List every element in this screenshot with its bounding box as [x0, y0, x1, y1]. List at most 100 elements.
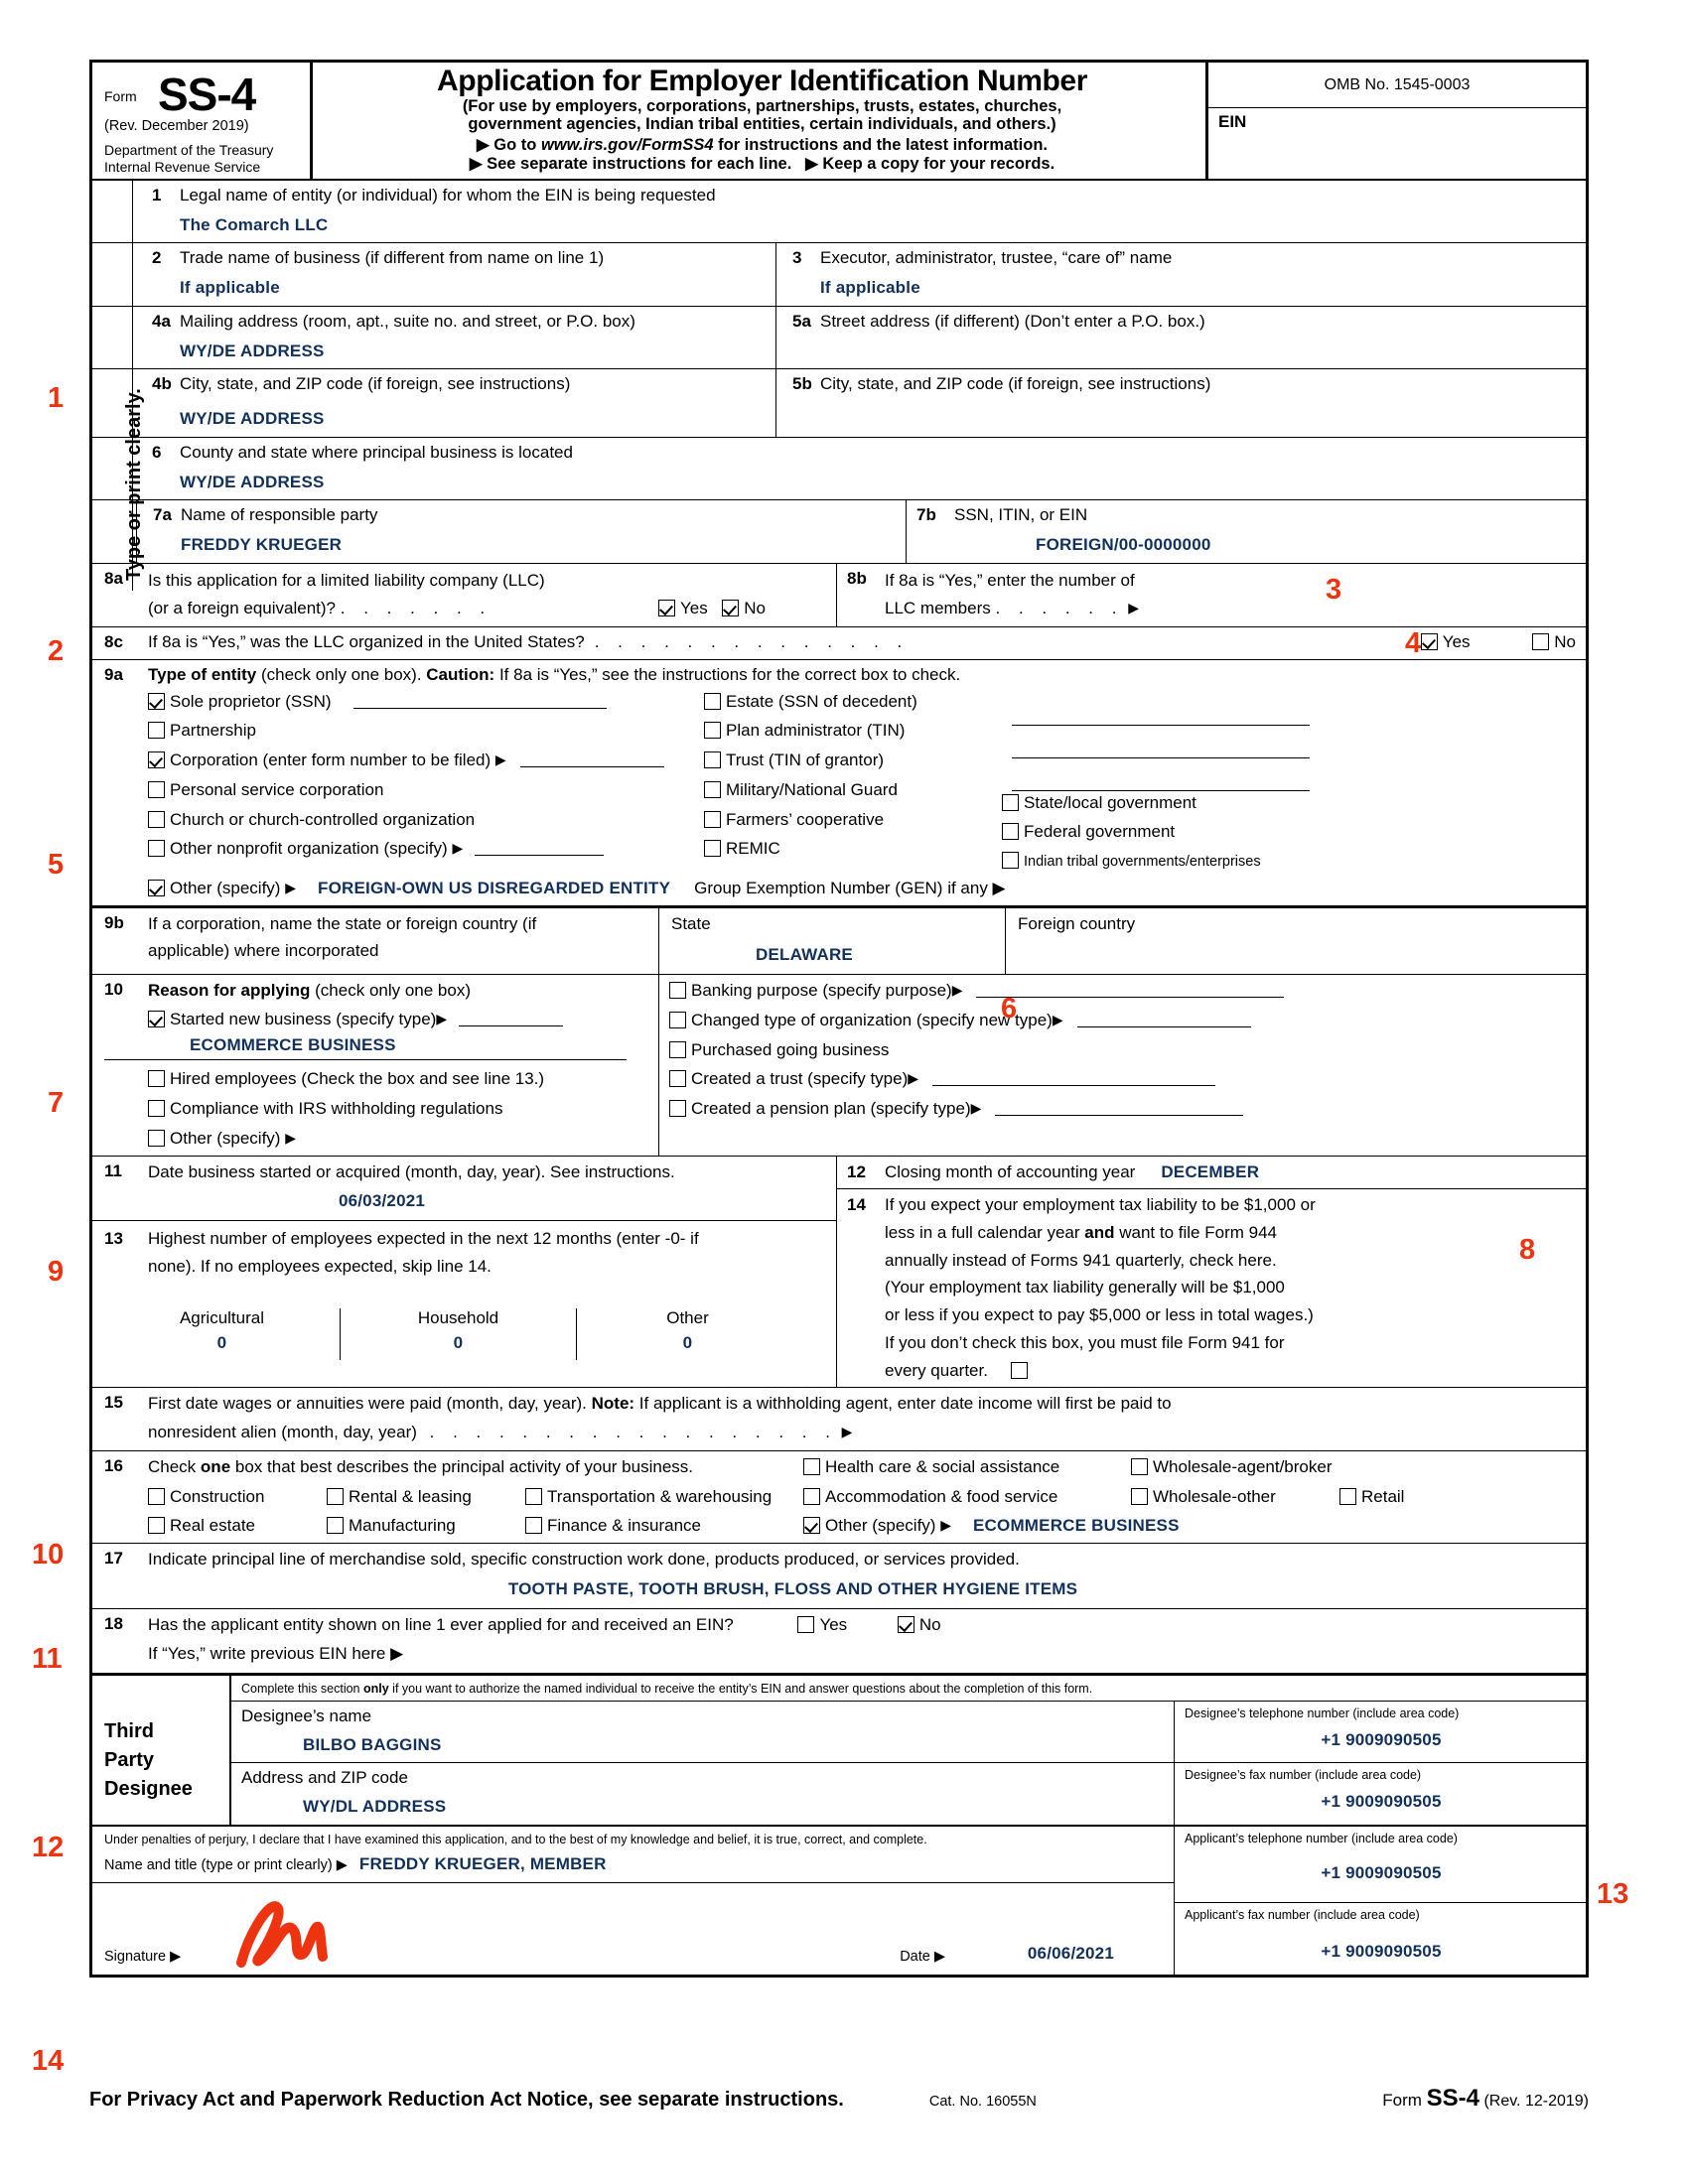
line-8a-no-option[interactable]: No	[722, 599, 766, 618]
checkbox-military-national-guard[interactable]	[704, 780, 721, 798]
employee-col-value[interactable]: 0	[341, 1333, 576, 1360]
checkbox-changed-type-of-organization[interactable]	[669, 1011, 686, 1028]
option-retail[interactable]: Retail	[1339, 1487, 1404, 1508]
option-partnership[interactable]: Partnership	[148, 721, 704, 742]
line-4b-value[interactable]: WY/DE ADDRESS	[180, 409, 768, 430]
option-construction[interactable]: Construction	[148, 1487, 327, 1508]
option-irs-withholding-compliance[interactable]: Compliance with IRS withholding regulati…	[104, 1099, 650, 1120]
write-in-rule[interactable]	[519, 751, 664, 768]
checkbox-indian-tribal-governments[interactable]	[1002, 852, 1019, 870]
line-9a-other-value[interactable]: FOREIGN-OWN US DISREGARDED ENTITY	[318, 879, 670, 899]
applicant-phone-value[interactable]: +1 9009090505	[1185, 1863, 1578, 1884]
checkbox-farmers-cooperative[interactable]	[704, 810, 721, 828]
option-military-national-guard[interactable]: Military/National Guard	[704, 780, 1002, 801]
option-estate[interactable]: Estate (SSN of decedent)	[704, 692, 1002, 713]
checkbox-transportation-warehousing[interactable]	[525, 1487, 542, 1505]
option-trust[interactable]: Trust (TIN of grantor)	[704, 751, 1002, 771]
checkbox-remic[interactable]	[704, 840, 721, 858]
line-11-value[interactable]: 06/03/2021	[104, 1191, 828, 1212]
line-7a-value[interactable]: FREDDY KRUEGER	[181, 535, 898, 556]
checkbox-created-a-pension-plan[interactable]	[669, 1100, 686, 1118]
state-value[interactable]: DELAWARE	[671, 945, 997, 966]
checkbox-finance-insurance[interactable]	[525, 1517, 542, 1535]
checkbox-8c-no[interactable]	[1532, 633, 1550, 651]
write-in-rule[interactable]	[1076, 1012, 1251, 1027]
write-in-rule[interactable]	[352, 693, 607, 709]
option-indian-tribal-governments[interactable]: Indian tribal governments/enterprises	[1002, 852, 1576, 872]
line-4a-value[interactable]: WY/DE ADDRESS	[180, 341, 768, 362]
option-church-organization[interactable]: Church or church-controlled organization	[148, 810, 704, 831]
checkbox-real-estate[interactable]	[148, 1517, 165, 1535]
date-value[interactable]: 06/06/2021	[1028, 1944, 1114, 1965]
option-sole-proprietor[interactable]: Sole proprietor (SSN)	[148, 692, 704, 713]
option-created-a-pension-plan[interactable]: Created a pension plan (specify type)▶	[669, 1099, 1578, 1120]
line-8a-yes-option[interactable]: Yes	[658, 599, 708, 618]
option-hired-employees[interactable]: Hired employees (Check the box and see l…	[104, 1069, 650, 1090]
checkbox-8c-yes[interactable]	[1420, 633, 1438, 651]
option-personal-service-corporation[interactable]: Personal service corporation	[148, 780, 704, 801]
option-created-a-trust[interactable]: Created a trust (specify type)▶	[669, 1069, 1578, 1090]
checkbox-other-entity[interactable]	[148, 879, 165, 896]
write-in-rule[interactable]	[976, 982, 1285, 999]
checkbox-form-944[interactable]	[1010, 1361, 1028, 1379]
line-2-value[interactable]: If applicable	[180, 278, 768, 299]
checkbox-health-care[interactable]	[803, 1457, 820, 1475]
checkbox-manufacturing[interactable]	[327, 1517, 344, 1535]
line-18-yes-option[interactable]: Yes	[797, 1615, 847, 1636]
option-accommodation-food[interactable]: Accommodation & food service	[803, 1487, 1131, 1508]
checkbox-hired-employees[interactable]	[148, 1070, 165, 1088]
option-wholesale-other[interactable]: Wholesale-other	[1131, 1487, 1339, 1508]
employee-col-value[interactable]: 0	[577, 1333, 798, 1360]
checkbox-construction[interactable]	[148, 1487, 165, 1505]
option-other-nonprofit[interactable]: Other nonprofit organization (specify) ▶	[148, 839, 704, 860]
option-plan-administrator[interactable]: Plan administrator (TIN)	[704, 721, 1002, 742]
designee-address-value[interactable]: WY/DL ADDRESS	[241, 1797, 1166, 1818]
option-health-care[interactable]: Health care & social assistance	[803, 1457, 1131, 1478]
line-16-other-value[interactable]: ECOMMERCE BUSINESS	[973, 1516, 1180, 1537]
line-17-value[interactable]: TOOTH PASTE, TOOTH BRUSH, FLOSS AND OTHE…	[104, 1579, 1576, 1600]
checkbox-created-a-trust[interactable]	[669, 1070, 686, 1088]
line-12-value[interactable]: DECEMBER	[1161, 1162, 1259, 1183]
option-finance-insurance[interactable]: Finance & insurance	[525, 1516, 803, 1537]
checkbox-estate[interactable]	[704, 692, 721, 710]
option-rental-leasing[interactable]: Rental & leasing	[327, 1487, 525, 1508]
checkbox-18-no[interactable]	[897, 1615, 914, 1633]
option-activity-other[interactable]: Other (specify) ▶	[803, 1516, 951, 1537]
checkbox-other-nonprofit[interactable]	[148, 840, 165, 858]
option-manufacturing[interactable]: Manufacturing	[327, 1516, 525, 1537]
designee-phone-value[interactable]: +1 9009090505	[1185, 1730, 1578, 1751]
option-changed-type-of-organization[interactable]: Changed type of organization (specify ne…	[669, 1011, 1578, 1031]
option-wholesale-agent-broker[interactable]: Wholesale-agent/broker	[1131, 1457, 1332, 1478]
option-banking-purpose[interactable]: Banking purpose (specify purpose)▶	[669, 981, 1578, 1002]
write-in-rule-estate[interactable]	[1012, 710, 1310, 726]
option-reason-other[interactable]: Other (specify) ▶	[104, 1129, 650, 1150]
checkbox-rental-leasing[interactable]	[327, 1487, 344, 1505]
designee-fax-value[interactable]: +1 9009090505	[1185, 1792, 1578, 1813]
option-federal-government[interactable]: Federal government	[1002, 822, 1576, 843]
checkbox-wholesale-agent-broker[interactable]	[1131, 1457, 1148, 1475]
checkbox-church-organization[interactable]	[148, 810, 165, 828]
option-started-new-business[interactable]: Started new business (specify type)▶	[104, 1010, 650, 1030]
checkbox-started-new-business[interactable]	[148, 1010, 165, 1027]
checkbox-state-local-government[interactable]	[1002, 793, 1019, 811]
option-state-local-government[interactable]: State/local government	[1002, 793, 1576, 814]
checkbox-wholesale-other[interactable]	[1131, 1487, 1148, 1505]
line-1-value[interactable]: The Comarch LLC	[180, 215, 1578, 236]
option-real-estate[interactable]: Real estate	[148, 1516, 327, 1537]
option-transportation-warehousing[interactable]: Transportation & warehousing	[525, 1487, 803, 1508]
checkbox-plan-administrator[interactable]	[704, 722, 721, 740]
option-other-entity[interactable]: Other (specify) ▶	[148, 879, 296, 899]
checkbox-8a-yes[interactable]	[658, 600, 675, 617]
employee-col-value[interactable]: 0	[104, 1333, 340, 1360]
name-title-value[interactable]: FREDDY KRUEGER, MEMBER	[359, 1854, 607, 1875]
line-18-no-option[interactable]: No	[897, 1615, 941, 1636]
checkbox-federal-government[interactable]	[1002, 823, 1019, 841]
checkbox-irs-withholding-compliance[interactable]	[148, 1100, 165, 1118]
checkbox-accommodation-food[interactable]	[803, 1487, 820, 1505]
designee-name-value[interactable]: BILBO BAGGINS	[241, 1735, 1166, 1756]
option-farmers-cooperative[interactable]: Farmers’ cooperative	[704, 810, 1002, 831]
checkbox-sole-proprietor[interactable]	[148, 692, 165, 710]
checkbox-corporation[interactable]	[148, 751, 165, 769]
write-in-rule[interactable]	[995, 1100, 1244, 1117]
line-8c-no-option[interactable]: No	[1532, 632, 1576, 653]
